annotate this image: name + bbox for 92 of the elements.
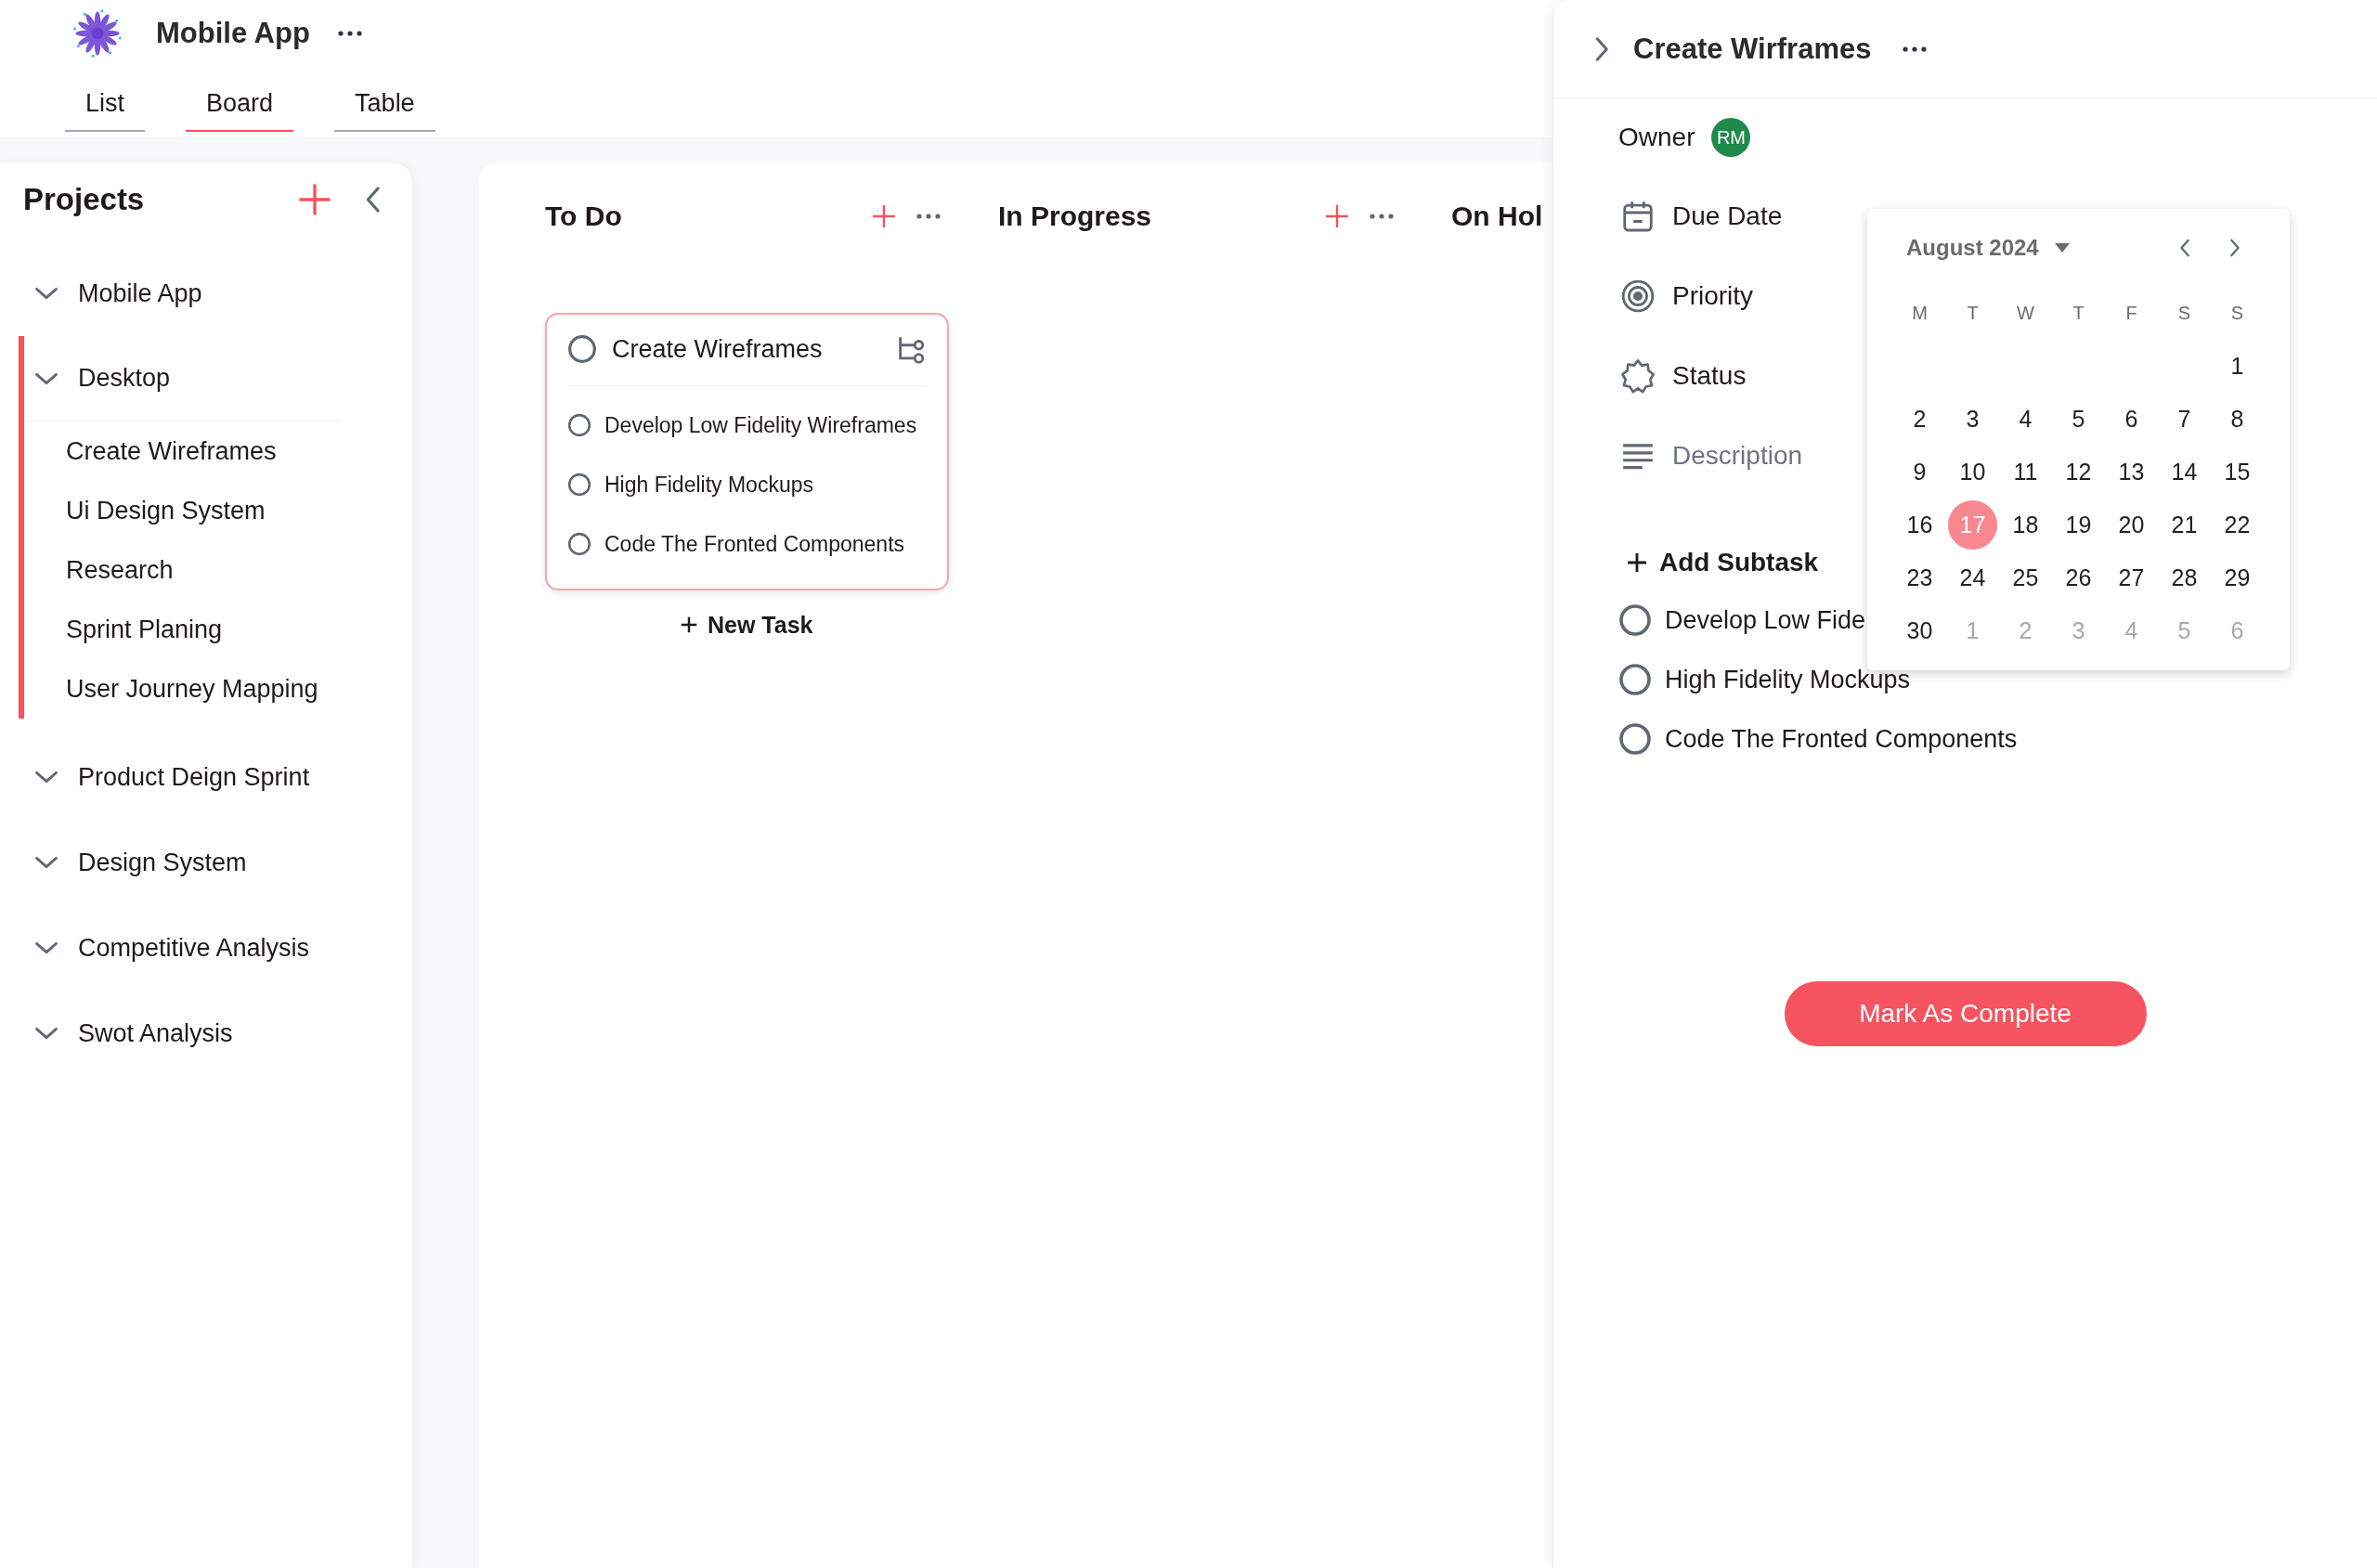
field-label[interactable]: Due Date <box>1672 201 1783 231</box>
calendar-day[interactable]: 20 <box>2107 500 2156 550</box>
checkbox-circle-icon[interactable] <box>1618 663 1652 696</box>
task-item[interactable]: Sprint Planing <box>24 600 223 659</box>
calendar-day[interactable]: 3 <box>1948 395 1997 444</box>
new-task-button[interactable]: New Task <box>680 609 813 641</box>
weekday-label: M <box>1911 302 1929 325</box>
calendar-day[interactable]: 28 <box>2160 553 2209 603</box>
caret-down-icon <box>2053 242 2071 253</box>
calendar-day[interactable]: 2 <box>1895 395 1944 444</box>
owner-label: Owner <box>1618 123 1695 152</box>
task-item[interactable]: Create Wireframes <box>24 421 277 481</box>
project-item[interactable]: Swot Analysis <box>78 1018 233 1048</box>
calendar-day[interactable]: 25 <box>2001 553 2050 603</box>
plus-icon[interactable] <box>298 183 331 216</box>
month-dropdown[interactable]: August 2024 <box>1906 235 2071 261</box>
calendar-day[interactable]: 23 <box>1895 553 1944 603</box>
more-icon[interactable] <box>915 212 942 221</box>
card-title: Create Wireframes <box>612 334 824 364</box>
plus-icon <box>1626 551 1648 574</box>
avatar[interactable]: RM <box>1711 118 1751 157</box>
field-label[interactable]: Priority <box>1672 281 1754 311</box>
checkbox-circle-icon[interactable] <box>567 532 591 556</box>
calendar-day[interactable]: 16 <box>1895 500 1944 550</box>
calendar-day[interactable]: 21 <box>2160 500 2209 550</box>
calendar-day[interactable]: 11 <box>2001 447 2050 497</box>
checkbox-circle-icon[interactable] <box>567 473 591 497</box>
calendar-day[interactable]: 26 <box>2054 553 2103 603</box>
calendar-icon <box>1620 199 1656 234</box>
subtask-label: Develop Low Fidelity Wireframes <box>604 412 917 438</box>
weekday-label: W <box>2016 302 2035 325</box>
plus-icon[interactable] <box>1325 204 1349 228</box>
calendar-day[interactable]: 14 <box>2160 447 2209 497</box>
flower-logo-icon <box>72 8 123 58</box>
weekday-label: T <box>2072 302 2085 325</box>
calendar-day[interactable]: 22 <box>2213 500 2262 550</box>
task-item[interactable]: Ui Design System <box>24 481 266 540</box>
plus-icon <box>680 616 698 634</box>
project-title: Mobile App <box>156 17 310 50</box>
weekday-label: S <box>2176 302 2192 325</box>
calendar-day[interactable]: 12 <box>2054 447 2103 497</box>
badge-icon <box>1620 358 1656 394</box>
task-title: Create Wirframes <box>1633 32 1872 66</box>
weekday-label: F <box>2124 302 2138 325</box>
sidebar-title: Projects <box>23 182 145 217</box>
calendar-day[interactable]: 30 <box>1895 606 1944 655</box>
checkbox-circle-icon[interactable] <box>567 413 591 437</box>
calendar-day[interactable]: 8 <box>2213 395 2262 444</box>
weekday-label: T <box>1966 302 1980 325</box>
column-title: On Hol <box>1451 201 1544 232</box>
calendar-day[interactable]: 7 <box>2160 395 2209 444</box>
more-icon[interactable] <box>1901 44 1929 54</box>
task-item[interactable]: Research <box>24 540 174 600</box>
subtask-label: Code The Fronted Components <box>1665 724 2018 754</box>
calendar-day[interactable]: 1 <box>2213 342 2262 391</box>
calendar-day[interactable]: 18 <box>2001 500 2050 550</box>
column-title: To Do <box>545 201 623 232</box>
calendar-day[interactable]: 19 <box>2054 500 2103 550</box>
calendar-day[interactable]: 6 <box>2107 395 2156 444</box>
view-tab[interactable]: Board <box>186 76 294 132</box>
calendar-day[interactable]: 29 <box>2213 553 2262 603</box>
subtask-label: High Fidelity Mockups <box>604 472 813 498</box>
calendar-day[interactable]: 4 <box>2001 395 2050 444</box>
checkbox-circle-icon[interactable] <box>1618 603 1652 637</box>
calendar-day[interactable]: 27 <box>2107 553 2156 603</box>
calendar-day[interactable]: 10 <box>1948 447 1997 497</box>
target-icon <box>1620 279 1656 314</box>
project-item[interactable]: Design System <box>78 848 247 877</box>
checkbox-circle-icon[interactable] <box>567 334 597 364</box>
column-title: In Progress <box>998 201 1153 232</box>
checkbox-circle-icon[interactable] <box>1618 722 1652 756</box>
subtask-label: Code The Fronted Components <box>604 531 905 557</box>
subtask-label: Develop Low Fide <box>1665 605 1866 635</box>
more-icon[interactable] <box>1368 212 1396 221</box>
plus-icon[interactable] <box>872 204 896 228</box>
task-card[interactable]: Create Wireframes Develop Low Fidelity Wireframes High Fidelity Mockups Code The Fronted Components <box>545 313 949 590</box>
calendar-day[interactable]: 13 <box>2107 447 2156 497</box>
calendar-day[interactable]: 15 <box>2213 447 2262 497</box>
field-label[interactable]: Status <box>1672 361 1747 391</box>
task-item[interactable]: User Journey Mapping <box>24 659 318 719</box>
project-item[interactable]: Desktop <box>78 364 171 393</box>
project-item[interactable]: Competitive Analysis <box>78 933 310 963</box>
more-icon[interactable] <box>335 29 364 38</box>
calendar-day[interactable]: 5 <box>2054 395 2103 444</box>
view-tab[interactable]: Table <box>334 76 435 132</box>
weekday-label: S <box>2229 302 2245 325</box>
calendar-day[interactable]: 24 <box>1948 553 1997 603</box>
add-subtask-button[interactable]: Add Subtask <box>1626 535 1819 590</box>
subtask-label: High Fidelity Mockups <box>1665 665 1911 694</box>
view-tab[interactable]: List <box>65 76 146 132</box>
project-item[interactable]: Product Deign Sprint <box>78 762 310 792</box>
project-item[interactable]: Mobile App <box>78 279 202 308</box>
